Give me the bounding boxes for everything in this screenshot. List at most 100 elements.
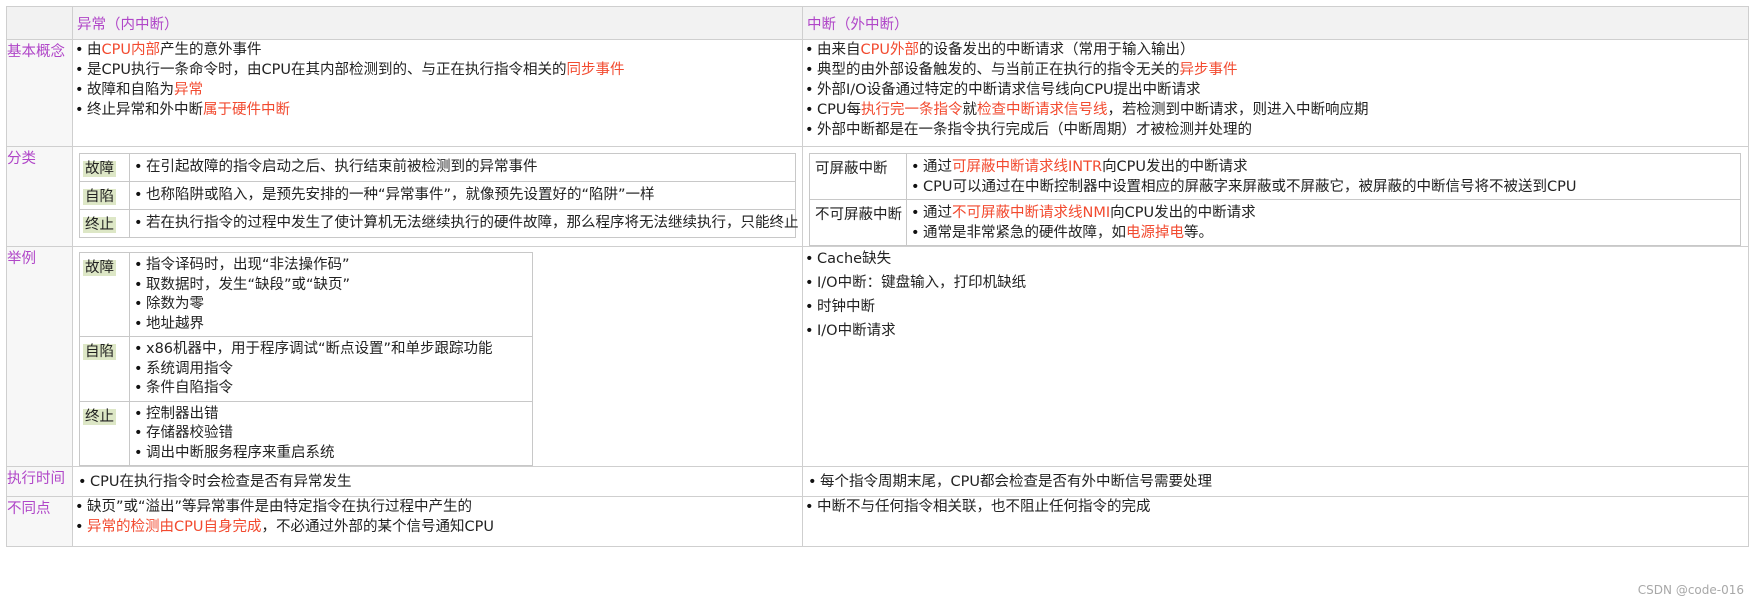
watermark: CSDN @code-016	[1637, 583, 1744, 597]
list-item: 系统调用指令	[132, 360, 532, 380]
diff-interrupt-list: 中断不与任何指令相关联，也不阻止任何指令的完成	[803, 497, 1748, 517]
category-items-list: 在引起故障的指令启动之后、执行结束前被检测到的异常事件	[132, 157, 795, 177]
list-item: 在引起故障的指令启动之后、执行结束前被检测到的异常事件	[132, 157, 795, 177]
highlight-text: 不可屏蔽中断请求线NMI	[952, 205, 1111, 221]
text-segment: 中断不与任何指令相关联，也不阻止任何指令的完成	[817, 499, 1151, 515]
header-interrupt: 中断（外中断）	[802, 6, 1749, 40]
text-segment: 由	[87, 42, 102, 58]
list-item: CPU每执行完一条指令就检查中断请求信号线，若检测到中断请求，则进入中断响应期	[803, 100, 1748, 120]
highlight-text: 同步事件	[566, 62, 625, 78]
row-label-examples: 举例	[6, 246, 73, 467]
row-classify: 分类 故障在引起故障的指令启动之后、执行结束前被检测到的异常事件自陷也称陷阱或陷…	[6, 146, 1749, 247]
text-segment: 外部中断都是在一条指令执行完成后（中断周期）才被检测并处理的	[817, 122, 1252, 138]
text-segment: 向CPU发出的中断请求	[1110, 205, 1256, 221]
category-cell: 可屏蔽中断	[809, 153, 907, 200]
list-item: 缺页”或“溢出”等异常事件是由特定指令在执行过程中产生的	[73, 497, 802, 517]
category-tag: 终止	[83, 217, 116, 233]
row-timing: 执行时间 CPU在执行指令时会检查是否有异常发生 每个指令周期末尾，CPU都会检…	[6, 466, 1749, 497]
text-segment: 通过	[923, 205, 952, 221]
basic-exception-list: 由CPU内部产生的意外事件是CPU执行一条命令时，由CPU在其内部检测到的、与正…	[73, 40, 802, 120]
list-item: 外部中断都是在一条指令执行完成后（中断周期）才被检测并处理的	[803, 120, 1748, 140]
comparison-table: 异常（内中断） 中断（外中断） 基本概念 由CPU内部产生的意外事件是CPU执行…	[6, 6, 1749, 547]
list-item: 若在执行指令的过程中发生了使计算机无法继续执行的硬件故障，那么程序将无法继续执行…	[132, 213, 799, 233]
highlight-text: 电源掉电	[1126, 225, 1184, 241]
category-tag: 自陷	[83, 189, 116, 205]
text-segment: 缺页”或“溢出”等异常事件是由特定指令在执行过程中产生的	[87, 499, 473, 515]
category-items-cell: 若在执行指令的过程中发生了使计算机无法继续执行的硬件故障，那么程序将无法继续执行…	[129, 209, 799, 238]
text-segment: 外部I/O设备通过特定的中断请求信号线向CPU提出中断请求	[817, 82, 1201, 98]
subtable-row: 终止若在执行指令的过程中发生了使计算机无法继续执行的硬件故障，那么程序将无法继续…	[79, 209, 799, 238]
category-tag: 终止	[83, 408, 116, 425]
list-item: 时钟中断	[803, 295, 1748, 319]
classify-interrupt-cell: 可屏蔽中断通过可屏蔽中断请求线INTR向CPU发出的中断请求CPU可以通过在中断…	[802, 146, 1749, 247]
header-row: 异常（内中断） 中断（外中断）	[6, 6, 1749, 40]
category-items-cell: 在引起故障的指令启动之后、执行结束前被检测到的异常事件	[129, 153, 796, 182]
text-segment: ，不必通过外部的某个信号通知CPU	[261, 519, 494, 535]
list-item: 除数为零	[132, 295, 532, 315]
list-item: CPU可以通过在中断控制器中设置相应的屏蔽字来屏蔽或不屏蔽它，被屏蔽的中断信号将…	[909, 177, 1740, 197]
category-cell: 自陷	[79, 181, 130, 210]
text-segment: 故障和自陷为	[87, 82, 174, 98]
diff-exception-cell: 缺页”或“溢出”等异常事件是由特定指令在执行过程中产生的异常的检测由CPU自身完…	[72, 496, 803, 547]
examples-exception-cell: 故障指令译码时，出现“非法操作码”取数据时，发生“缺段”或“缺页”除数为零地址越…	[72, 246, 803, 467]
category-tag: 故障	[83, 260, 116, 276]
list-item: 地址越界	[132, 315, 532, 335]
list-item: 调出中断服务程序来重启系统	[132, 444, 532, 464]
category-cell: 终止	[79, 209, 130, 238]
list-item: 典型的由外部设备触发的、与当前正在执行的指令无关的异步事件	[803, 60, 1748, 80]
subtable-row: 自陷 x86机器中，用于程序调试“断点设置”和单步跟踪功能系统调用指令条件自陷指令	[79, 336, 533, 402]
list-item: Cache缺失	[803, 247, 1748, 271]
category-items-list: 通过可屏蔽中断请求线INTR向CPU发出的中断请求 CPU可以通过在中断控制器中设…	[909, 157, 1740, 197]
subtable-row: 不可屏蔽中断通过不可屏蔽中断请求线NMI向CPU发出的中断请求通常是非常紧急的硬…	[809, 199, 1741, 246]
category-items-list: 也称陷阱或陷入，是预先安排的一种“异常事件”，就像预先设置好的“陷阱”一样	[132, 185, 795, 205]
category-items-list: x86机器中，用于程序调试“断点设置”和单步跟踪功能系统调用指令条件自陷指令	[132, 340, 532, 399]
list-item: x86机器中，用于程序调试“断点设置”和单步跟踪功能	[132, 340, 532, 360]
category-cell: 终止	[79, 400, 130, 466]
subtable-row: 故障在引起故障的指令启动之后、执行结束前被检测到的异常事件	[79, 153, 796, 182]
category-items-cell: 控制器出错存储器校验错调出中断服务程序来重启系统	[129, 400, 533, 466]
header-interrupt-label: 中断（外中断）	[807, 16, 909, 33]
highlight-text: 检查中断请求信号线	[976, 102, 1108, 118]
row-diff: 不同点 缺页”或“溢出”等异常事件是由特定指令在执行过程中产生的异常的检测由CP…	[6, 496, 1749, 547]
highlight-text: 属于硬件中断	[203, 102, 290, 118]
list-item: 中断不与任何指令相关联，也不阻止任何指令的完成	[803, 497, 1748, 517]
text-segment: 就	[962, 102, 977, 118]
text-segment: 通过	[923, 159, 952, 175]
list-item: 取数据时，发生“缺段”或“缺页”	[132, 276, 532, 296]
category-items-cell: x86机器中，用于程序调试“断点设置”和单步跟踪功能系统调用指令条件自陷指令	[129, 336, 533, 402]
list-item: 是CPU执行一条命令时，由CPU在其内部检测到的、与正在执行指令相关的同步事件	[73, 60, 802, 80]
category-cell: 故障	[79, 252, 130, 337]
highlight-text: 执行完一条指令	[860, 102, 963, 118]
subtable-row: 自陷也称陷阱或陷入，是预先安排的一种“异常事件”，就像预先设置好的“陷阱”一样	[79, 181, 796, 210]
basic-interrupt-list: 由来自CPU外部的设备发出的中断请求（常用于输入输出）典型的由外部设备触发的、与…	[803, 40, 1748, 140]
highlight-text: CPU外部	[860, 42, 919, 58]
category-cell: 自陷	[79, 336, 130, 402]
basic-interrupt-cell: 由来自CPU外部的设备发出的中断请求（常用于输入输出）典型的由外部设备触发的、与…	[802, 39, 1749, 147]
text-segment: 终止异常和外中断	[87, 102, 203, 118]
row-label-diff: 不同点	[6, 496, 73, 547]
classify-exception-subtable: 故障在引起故障的指令启动之后、执行结束前被检测到的异常事件自陷也称陷阱或陷入，是…	[79, 153, 799, 238]
diff-exception-list: 缺页”或“溢出”等异常事件是由特定指令在执行过程中产生的异常的检测由CPU自身完…	[73, 497, 802, 537]
category-items-list: 通过不可屏蔽中断请求线NMI向CPU发出的中断请求通常是非常紧急的硬件故障，如电…	[909, 203, 1740, 243]
subtable-row: 可屏蔽中断 通过可屏蔽中断请求线INTR向CPU发出的中断请求 CPU可以通过在中断…	[809, 153, 1741, 200]
text-segment: 产生的意外事件	[159, 42, 262, 58]
list-item: 控制器出错	[132, 405, 532, 425]
diff-interrupt-cell: 中断不与任何指令相关联，也不阻止任何指令的完成	[802, 496, 1749, 547]
timing-exception-cell: CPU在执行指令时会检查是否有异常发生	[72, 466, 803, 497]
category-items-cell: 通过可屏蔽中断请求线INTR向CPU发出的中断请求 CPU可以通过在中断控制器中设…	[906, 153, 1741, 200]
examples-exception-subtable: 故障指令译码时，出现“非法操作码”取数据时，发生“缺段”或“缺页”除数为零地址越…	[79, 252, 533, 466]
subtable-row: 终止控制器出错存储器校验错调出中断服务程序来重启系统	[79, 400, 533, 466]
row-label-basic: 基本概念	[6, 39, 73, 147]
highlight-text: 可屏蔽中断请求线INTR	[952, 159, 1103, 175]
category-cell: 不可屏蔽中断	[809, 199, 907, 246]
examples-interrupt-cell: Cache缺失I/O中断：键盘输入，打印机缺纸时钟中断I/O中断请求	[802, 246, 1749, 467]
subtable-row: 故障指令译码时，出现“非法操作码”取数据时，发生“缺段”或“缺页”除数为零地址越…	[79, 252, 533, 337]
category-tag: 不可屏蔽中断	[815, 207, 902, 223]
list-item: 条件自陷指令	[132, 379, 532, 399]
category-items-cell: 通过不可屏蔽中断请求线NMI向CPU发出的中断请求通常是非常紧急的硬件故障，如电…	[906, 199, 1741, 246]
category-tag: 故障	[83, 161, 116, 177]
category-tag: 可屏蔽中断	[815, 161, 888, 177]
category-items-list: 控制器出错存储器校验错调出中断服务程序来重启系统	[132, 405, 532, 464]
list-item: 指令译码时，出现“非法操作码”	[132, 256, 532, 276]
text-segment: 等。	[1184, 225, 1213, 241]
